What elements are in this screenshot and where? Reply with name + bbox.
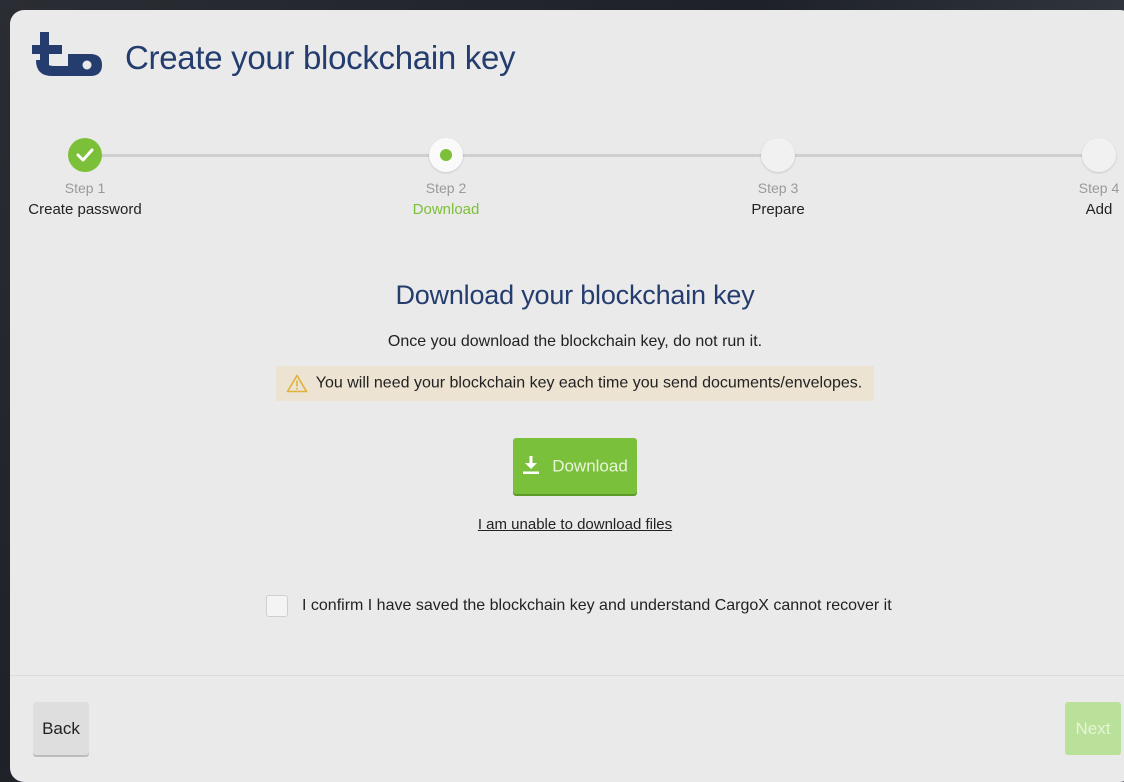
back-button[interactable]: Back	[33, 702, 89, 755]
step-create-password: Step 1 Create password	[10, 130, 165, 218]
step-pending-indicator	[1082, 138, 1116, 172]
download-section: Download your blockchain key Once you do…	[10, 280, 1124, 534]
step-number: Step 3	[757, 180, 799, 196]
checkmark-icon	[76, 148, 94, 162]
create-key-dialog: Create your blockchain key Step 1 Create…	[10, 10, 1124, 782]
warning-text: You will need your blockchain key each t…	[315, 374, 863, 392]
step-label: Prepare	[751, 201, 805, 218]
unable-to-download-link[interactable]: I am unable to download files	[478, 516, 672, 533]
step-number: Step 4	[1078, 180, 1120, 196]
page-title: Create your blockchain key	[125, 39, 516, 76]
key-plus-logo-icon	[32, 32, 102, 76]
confirm-saved-checkbox[interactable]	[266, 595, 288, 617]
dialog-header: Create your blockchain key	[32, 32, 732, 92]
stepper-track	[85, 154, 1105, 157]
step-label: Download	[412, 201, 480, 218]
step-complete-indicator	[68, 138, 102, 172]
footer-divider	[10, 675, 1124, 676]
warning-banner: You will need your blockchain key each t…	[275, 366, 875, 401]
confirm-saved-label[interactable]: I confirm I have saved the blockchain ke…	[302, 597, 892, 614]
step-add: Step 4 Add	[1019, 130, 1124, 218]
section-title: Download your blockchain key	[395, 280, 755, 310]
instruction-text: Once you download the blockchain key, do…	[387, 333, 763, 350]
step-label: Create password	[28, 201, 142, 218]
download-button-label: Download	[552, 456, 628, 476]
warning-icon	[286, 374, 308, 393]
step-prepare: Step 3 Prepare	[698, 130, 858, 218]
next-button[interactable]: Next	[1065, 702, 1121, 755]
download-button[interactable]: Download	[513, 438, 637, 494]
progress-stepper: Step 1 Create password Step 2 Download S…	[10, 130, 1124, 240]
step-download: Step 2 Download	[366, 130, 526, 218]
step-label: Add	[1085, 201, 1113, 218]
confirm-saved-row: I confirm I have saved the blockchain ke…	[266, 595, 892, 617]
step-pending-indicator	[761, 138, 795, 172]
step-number: Step 1	[64, 180, 106, 196]
download-icon	[523, 455, 540, 474]
step-active-indicator	[429, 138, 463, 172]
step-number: Step 2	[425, 180, 467, 196]
